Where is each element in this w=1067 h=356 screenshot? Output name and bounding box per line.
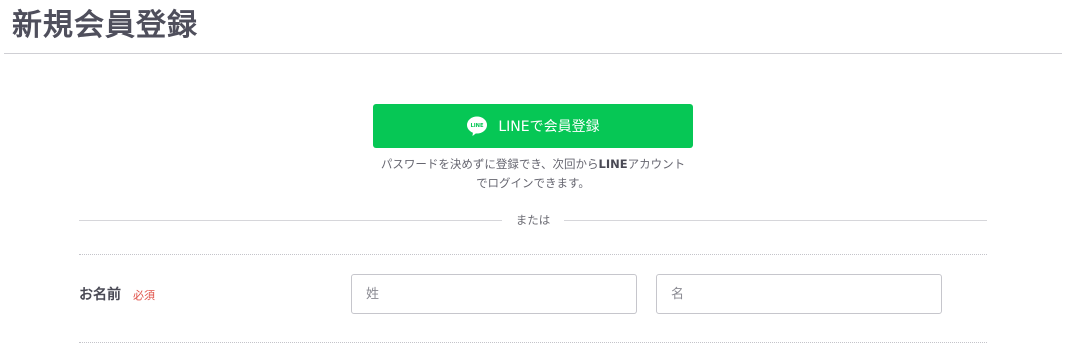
last-name-input[interactable] — [351, 274, 637, 314]
line-logo-icon: LINE — [466, 115, 488, 137]
line-signup-button[interactable]: LINE LINEで会員登録 — [373, 104, 693, 148]
page-title: 新規会員登録 — [12, 8, 198, 43]
title-divider — [4, 53, 1062, 54]
line-note-line-1: パスワードを決めずに登録でき、次回からLINEアカウント — [333, 155, 733, 174]
line-note-brand: LINE — [598, 157, 628, 171]
line-note-line-2: でログインできます。 — [476, 176, 590, 190]
line-note-text-b: アカウント — [627, 157, 686, 171]
form-row-rule — [79, 342, 987, 343]
line-signup-label: LINEで会員登録 — [498, 119, 600, 135]
first-name-input[interactable] — [656, 274, 942, 314]
line-logo-text: LINE — [471, 123, 485, 129]
required-badge: 必須 — [133, 289, 155, 302]
form-top-rule — [79, 254, 987, 255]
name-label-text: お名前 — [79, 287, 121, 303]
line-signup-note: パスワードを決めずに登録でき、次回からLINEアカウント でログインできます。 — [333, 155, 733, 193]
name-field-label: お名前 必須 — [79, 284, 155, 304]
line-note-text-a: パスワードを決めずに登録でき、次回から — [380, 157, 599, 171]
or-divider: または — [79, 211, 987, 229]
signup-page: 新規会員登録 LINE LINEで会員登録 パスワードを決めずに登録でき、次回か… — [0, 0, 1067, 356]
divider-rule-left — [79, 219, 502, 221]
divider-rule-right — [564, 219, 987, 221]
divider-text: または — [515, 213, 551, 227]
